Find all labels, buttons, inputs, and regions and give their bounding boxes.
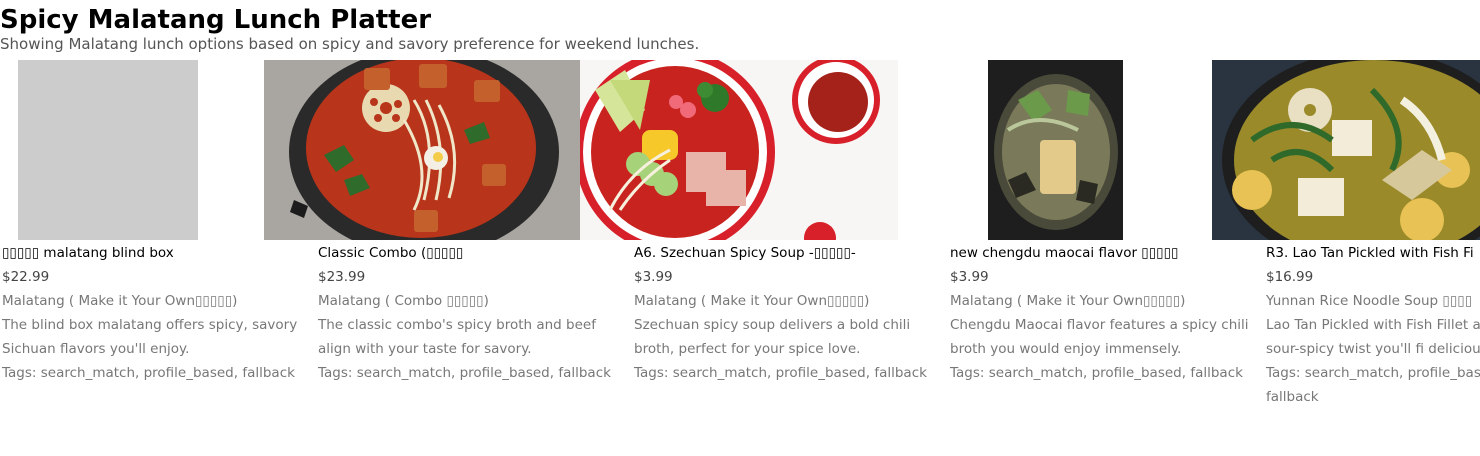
item-category: Malatang ( Combo ▯▯▯▯▯) xyxy=(318,293,489,309)
item-price: $22.99 xyxy=(2,269,50,285)
spicy-soup-photo xyxy=(580,60,898,240)
item-description: The classic combo's spicy broth and beef… xyxy=(318,317,596,357)
item-description: The blind box malatang offers spicy, sav… xyxy=(2,317,298,357)
item-description: Chengdu Maocai flavor features a spicy c… xyxy=(950,317,1249,357)
menu-card[interactable]: A6. Szechuan Spicy Soup -▯▯▯▯▯- $3.99 Ma… xyxy=(580,60,948,456)
item-tags: Tags: search_match, profile_based, fallb… xyxy=(950,365,1243,381)
item-price: $3.99 xyxy=(950,269,989,285)
item-category: Malatang ( Make it Your Own▯▯▯▯▯) xyxy=(2,293,238,309)
card-image[interactable] xyxy=(1212,60,1480,240)
item-tags: Tags: search_match, profile_base fallbac… xyxy=(1266,365,1480,405)
item-price: $3.99 xyxy=(634,269,673,285)
item-tags: Tags: search_match, profile_based, fallb… xyxy=(318,365,611,381)
menu-card[interactable]: R3. Lao Tan Pickled with Fish Fi $16.99 … xyxy=(1212,60,1480,456)
page-title: Spicy Malatang Lunch Platter xyxy=(0,5,432,35)
item-price: $23.99 xyxy=(318,269,366,285)
item-description: Lao Tan Pickled with Fish Fillet adds a … xyxy=(1266,317,1480,357)
item-name[interactable]: new chengdu maocai flavor ▯▯▯▯▯ xyxy=(950,241,1250,265)
card-image[interactable] xyxy=(264,60,580,240)
item-tags: Tags: search_match, profile_based, fallb… xyxy=(634,365,927,381)
item-category: Malatang ( Make it Your Own▯▯▯▯▯) xyxy=(634,293,870,309)
card-list: ▯▯▯▯▯ malatang blind box $22.99 Malatang… xyxy=(0,60,1480,456)
malatang-bowl-photo xyxy=(264,60,580,240)
item-name[interactable]: Classic Combo (▯▯▯▯▯ xyxy=(318,241,618,265)
page-subtitle: Showing Malatang lunch options based on … xyxy=(0,35,700,53)
item-name[interactable]: R3. Lao Tan Pickled with Fish Fi xyxy=(1266,241,1480,265)
item-price: $16.99 xyxy=(1266,269,1314,285)
card-image[interactable] xyxy=(580,60,898,240)
item-tags: Tags: search_match, profile_based, fallb… xyxy=(2,365,295,381)
item-description: Szechuan spicy soup delivers a bold chil… xyxy=(634,317,911,357)
item-name[interactable]: ▯▯▯▯▯ malatang blind box xyxy=(2,241,302,265)
item-name[interactable]: A6. Szechuan Spicy Soup -▯▯▯▯▯- xyxy=(634,241,934,265)
pickled-fish-noodle-photo xyxy=(1212,60,1480,240)
item-category: Malatang ( Make it Your Own▯▯▯▯▯) xyxy=(950,293,1186,309)
item-category: Yunnan Rice Noodle Soup ▯▯▯▯ xyxy=(1266,293,1473,309)
